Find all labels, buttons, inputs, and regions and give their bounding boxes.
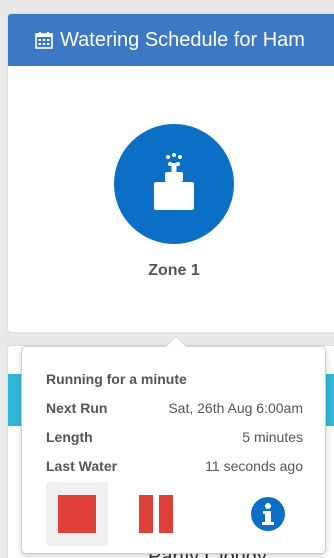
row-label: Length [46, 429, 93, 445]
row-value: 11 seconds ago [205, 458, 303, 474]
info-row-length: Length 5 minutes [46, 429, 303, 445]
stop-button[interactable] [46, 482, 108, 546]
pause-icon [136, 495, 176, 533]
zone-label: Zone 1 [148, 262, 200, 279]
info-row-last-water: Last Water 11 seconds ago [46, 458, 303, 474]
info-row-next-run: Next Run Sat, 26th Aug 6:00am [46, 400, 303, 416]
row-value: 5 minutes [242, 429, 303, 445]
zone-button[interactable] [114, 124, 234, 244]
pause-button[interactable] [132, 482, 180, 546]
card-header: Watering Schedule for Ham [8, 14, 334, 66]
zone-popover: Running for a minute Next Run Sat, 26th … [21, 336, 326, 554]
row-label: Next Run [46, 400, 108, 416]
info-button[interactable] [244, 482, 292, 546]
calendar-icon [35, 32, 53, 49]
row-label: Last Water [46, 458, 118, 474]
schedule-card: Watering Schedule for Ham Zone 1 [8, 14, 334, 332]
page: Watering Schedule for Ham Zone 1 Partly … [0, 0, 334, 558]
page-title: Watering Schedule for Ham [60, 28, 305, 51]
stop-icon [58, 495, 96, 533]
row-value: Sat, 26th Aug 6:00am [168, 400, 303, 416]
info-icon [251, 497, 285, 531]
run-status: Running for a minute [46, 371, 187, 387]
zone-tile[interactable]: Zone 1 [114, 124, 234, 280]
popover-arrow [165, 336, 187, 347]
sprinkler-icon [154, 153, 194, 210]
